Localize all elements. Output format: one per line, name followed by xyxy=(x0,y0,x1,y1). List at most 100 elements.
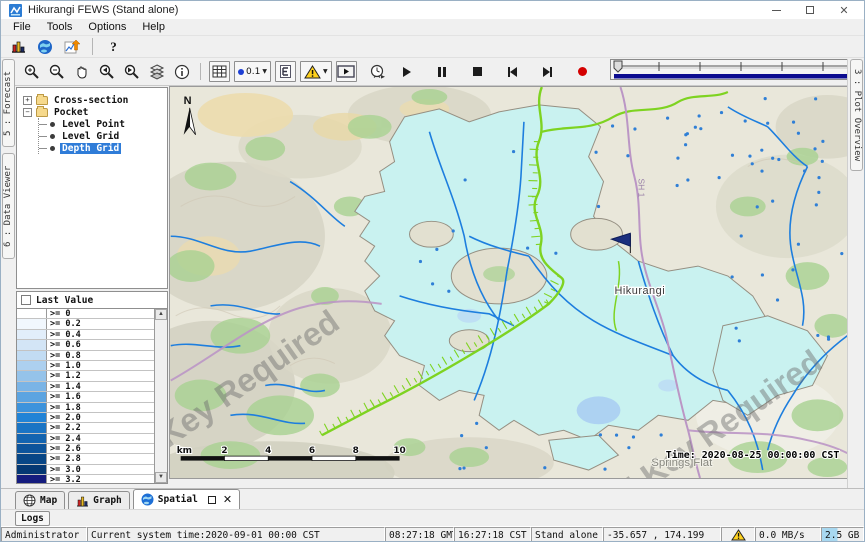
app-icon xyxy=(9,4,22,17)
menu-file[interactable]: File xyxy=(5,20,39,34)
classbreak-value: 0.1 xyxy=(246,67,260,77)
tab-close-icon[interactable]: ✕ xyxy=(223,496,232,504)
map-display-button[interactable] xyxy=(34,36,55,57)
last-value-checkbox[interactable] xyxy=(21,295,31,305)
expander-minus-icon[interactable]: − xyxy=(23,108,32,117)
chevron-down-icon: ▼ xyxy=(262,69,267,75)
tab-graph[interactable]: Graph xyxy=(68,491,130,509)
minimize-button[interactable] xyxy=(770,4,782,16)
tab-plot-overview[interactable]: 3 : Plot Overview xyxy=(850,59,863,171)
logs-tab[interactable]: Logs xyxy=(15,511,50,526)
legend-row[interactable]: >= 2.0 xyxy=(17,413,154,423)
legend-scrollbar[interactable]: ▲ ▼ xyxy=(154,309,167,483)
tree-item-cross-section[interactable]: + Cross-section xyxy=(23,94,165,106)
close-button[interactable]: ✕ xyxy=(838,4,850,16)
forecast-chart-button[interactable] xyxy=(61,36,82,57)
menu-tools[interactable]: Tools xyxy=(39,20,81,34)
wire-globe-icon xyxy=(23,494,36,507)
map-canvas[interactable]: API Key Required API Key Required Hikura… xyxy=(169,86,849,479)
legend-label: >= 3.0 xyxy=(47,465,154,474)
legend-row[interactable]: >= 1.6 xyxy=(17,392,154,402)
animation-clock-button[interactable] xyxy=(367,61,388,82)
scale-tick: 4 xyxy=(265,446,271,456)
legend-label: >= 2.8 xyxy=(47,454,154,463)
go-to-end-button[interactable] xyxy=(537,61,558,82)
info-button[interactable] xyxy=(171,61,192,82)
legend-row[interactable]: >= 2.6 xyxy=(17,444,154,454)
tree-item-level-point[interactable]: Level Point xyxy=(39,118,165,130)
label-toggle-button[interactable] xyxy=(275,61,296,82)
legend-label: >= 0 xyxy=(47,309,154,318)
maximize-button[interactable] xyxy=(804,4,816,16)
app-window: Hikurangi FEWS (Stand alone) ✕ File Tool… xyxy=(0,0,865,542)
legend-row[interactable]: >= 2.4 xyxy=(17,434,154,444)
stop-button[interactable] xyxy=(467,61,488,82)
legend-swatch xyxy=(17,319,47,328)
legend-row[interactable]: >= 0.4 xyxy=(17,330,154,340)
legend-row[interactable]: >= 0.2 xyxy=(17,319,154,329)
title-bar: Hikurangi FEWS (Stand alone) ✕ xyxy=(1,1,864,19)
tree-item-level-grid[interactable]: Level Grid xyxy=(39,130,165,142)
pan-hand-button[interactable] xyxy=(71,61,92,82)
time-slider[interactable] xyxy=(610,59,865,85)
database-viewer-button[interactable] xyxy=(7,36,28,57)
legend-row[interactable]: >= 3.2 xyxy=(17,475,154,483)
zoom-in-button[interactable] xyxy=(21,61,42,82)
zoom-out-button[interactable] xyxy=(46,61,67,82)
record-button[interactable] xyxy=(572,61,593,82)
help-label: ? xyxy=(110,39,117,55)
tab-data-viewer[interactable]: 6 : Data Viewer xyxy=(2,153,15,259)
classbreak-dropdown[interactable]: 0.1 ▼ xyxy=(234,61,271,82)
left-panel: + Cross-section − Pocket Level Point xyxy=(15,86,169,488)
zoom-next-button[interactable] xyxy=(121,61,142,82)
legend-label: >= 1.0 xyxy=(47,361,154,370)
toolbar-separator xyxy=(200,63,201,80)
legend-row[interactable]: >= 1.8 xyxy=(17,403,154,413)
tab-forecast[interactable]: 5 : Forecast xyxy=(2,59,15,147)
help-button[interactable]: ? xyxy=(103,36,124,57)
tree-connector xyxy=(39,148,47,149)
scale-tick: 6 xyxy=(309,446,315,456)
legend-swatch xyxy=(17,413,47,422)
expander-plus-icon[interactable]: + xyxy=(23,96,32,105)
tab-map[interactable]: Map xyxy=(15,491,65,509)
tab-spatial[interactable]: Spatial ✕ xyxy=(133,489,240,509)
status-gmt-time: 08:27:18 GMT xyxy=(385,527,454,542)
status-memory: 2.5 GB xyxy=(821,527,864,542)
menu-help[interactable]: Help xyxy=(134,20,173,34)
tree-item-depth-grid[interactable]: Depth Grid xyxy=(39,142,165,154)
data-availability-bar xyxy=(614,74,865,79)
pause-button[interactable] xyxy=(432,61,453,82)
legend-row[interactable]: >= 2.2 xyxy=(17,423,154,433)
layers-button[interactable] xyxy=(146,61,167,82)
go-to-start-button[interactable] xyxy=(502,61,523,82)
animation-frame-button[interactable] xyxy=(336,61,357,82)
menu-options[interactable]: Options xyxy=(80,20,134,34)
tree-item-pocket[interactable]: − Pocket xyxy=(23,106,165,118)
legend-swatch xyxy=(17,454,47,463)
legend-swatch xyxy=(17,475,47,483)
bullet-icon xyxy=(50,146,55,151)
warning-icon xyxy=(731,529,746,541)
status-warning-cell[interactable] xyxy=(721,527,755,542)
legend-row[interactable]: >= 0.8 xyxy=(17,351,154,361)
play-button[interactable] xyxy=(397,61,418,82)
legend-row[interactable]: >= 2.8 xyxy=(17,454,154,464)
warning-dropdown[interactable]: ▼ xyxy=(300,61,332,82)
scrollbar-track[interactable] xyxy=(155,320,167,472)
legend-row[interactable]: >= 3.0 xyxy=(17,465,154,475)
globe-icon xyxy=(141,493,154,506)
legend-label: >= 0.6 xyxy=(47,340,154,349)
tab-maximize-icon[interactable] xyxy=(208,496,216,504)
tab-map-label: Map xyxy=(40,495,57,506)
scroll-down-icon[interactable]: ▼ xyxy=(155,472,167,483)
grid-display-button[interactable] xyxy=(209,61,230,82)
tab-spatial-label: Spatial xyxy=(158,494,198,505)
legend-row[interactable]: >= 0.6 xyxy=(17,340,154,350)
legend-row[interactable]: >= 1.4 xyxy=(17,382,154,392)
scroll-up-icon[interactable]: ▲ xyxy=(155,309,167,320)
legend-row[interactable]: >= 1.2 xyxy=(17,371,154,381)
legend-row[interactable]: >= 1.0 xyxy=(17,361,154,371)
legend-row[interactable]: >= 0 xyxy=(17,309,154,319)
zoom-previous-button[interactable] xyxy=(96,61,117,82)
